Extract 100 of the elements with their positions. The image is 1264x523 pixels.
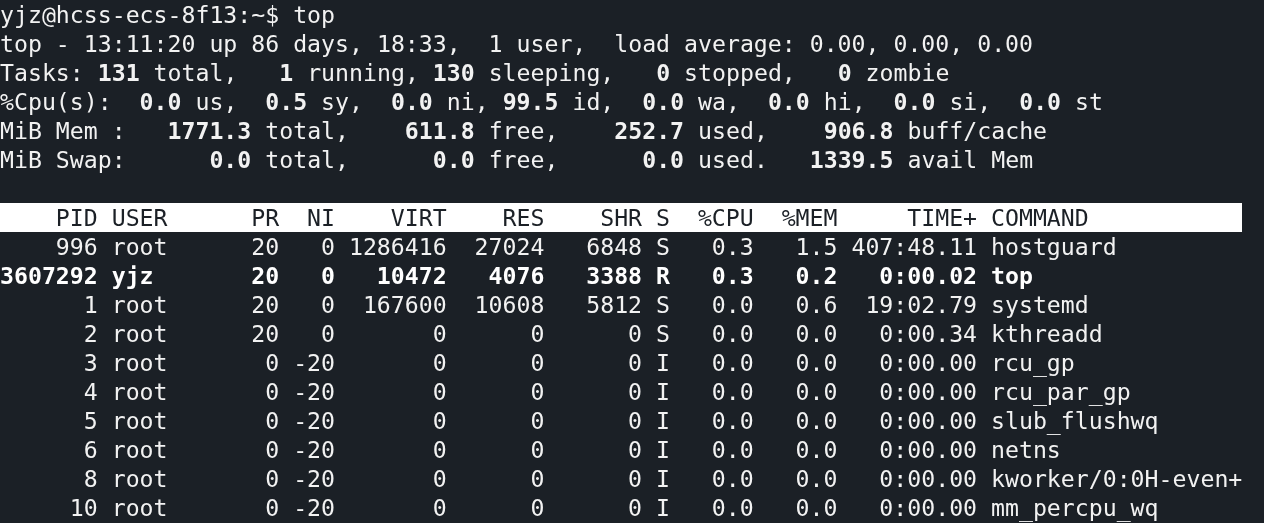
table-cell: -20 [293, 464, 335, 493]
table-cell-text: 0:00.00 [878, 406, 978, 435]
table-cell-text: rcu_par_gp [991, 377, 1132, 406]
column-header: USER [111, 203, 169, 232]
column-header: RES [501, 203, 545, 232]
table-cell: -20 [293, 493, 335, 522]
table-cell-text: 0 [264, 493, 280, 522]
table-cell-text: 0.2 [794, 261, 838, 290]
table-cell: 1286416 [348, 232, 447, 261]
table-cell: -20 [293, 406, 335, 435]
column-header: TIME+ [906, 203, 978, 232]
table-cell-text: 0:00.00 [878, 464, 978, 493]
table-cell-text: 2 [82, 319, 98, 348]
command-prompt: yjz@hcss-ecs-8f13:~$ top [0, 0, 337, 29]
table-cell: I [656, 377, 670, 406]
table-cell: I [656, 435, 670, 464]
table-cell-text: 0.0 [794, 348, 838, 377]
table-cell: -20 [293, 377, 335, 406]
table-cell: I [656, 493, 670, 522]
table-cell-text: 0 [627, 464, 643, 493]
table-cell-text: 0.0 [794, 377, 838, 406]
table-cell-text: 3 [82, 348, 98, 377]
table-cell-text: 0:00.00 [878, 493, 978, 522]
summary-line: MiB Mem : 1771.3 total, 611.8 free, 252.7 used, 906.8 buff/cache [0, 116, 1049, 145]
table-cell-text: 0.0 [710, 290, 754, 319]
table-cell: -20 [293, 435, 335, 464]
table-cell-text: hostguard [991, 232, 1118, 261]
table-cell: S [656, 290, 670, 319]
table-cell-text: 3388 [585, 261, 643, 290]
table-cell-text: 0.3 [710, 232, 754, 261]
table-cell-text: top [991, 261, 1034, 290]
table-cell-text: 0:00.00 [878, 377, 978, 406]
table-cell-text: 19:02.79 [864, 290, 978, 319]
table-cell-text: 0 [264, 406, 280, 435]
column-header: %MEM [780, 203, 838, 232]
table-cell-text: 0 [529, 493, 545, 522]
table-cell-text: 0:00.34 [878, 319, 978, 348]
table-cell-text: 0.0 [794, 464, 838, 493]
table-cell-text: slub_flushwq [991, 406, 1160, 435]
table-cell-text: systemd [991, 290, 1090, 319]
table-cell-text: 0.0 [710, 319, 754, 348]
table-cell-text: netns [991, 435, 1062, 464]
table-cell-text: 0 [627, 406, 643, 435]
table-cell-text: 4 [82, 377, 98, 406]
table-cell-text: 0.0 [794, 493, 838, 522]
table-cell: I [656, 464, 670, 493]
table-cell-text: 5812 [585, 290, 643, 319]
table-cell-text: 0 [264, 348, 280, 377]
column-header: PID [54, 203, 98, 232]
column-header: PR [250, 203, 280, 232]
table-cell-text: 0 [431, 377, 447, 406]
summary-line: top - 13:11:20 up 86 days, 18:33, 1 user, load average: 0.00, 0.00, 0.00 [0, 29, 1035, 58]
table-cell-text: 0 [627, 377, 643, 406]
table-cell-text: 0 [529, 319, 545, 348]
table-cell-text: 0 [264, 435, 280, 464]
table-cell: -20 [293, 348, 335, 377]
table-cell-text: 0 [431, 435, 447, 464]
column-header: NI [306, 203, 335, 232]
table-cell-text: 20 [250, 261, 280, 290]
column-header: SHR [599, 203, 643, 232]
table-cell-text: 0 [264, 377, 280, 406]
table-cell-text: root [111, 464, 169, 493]
table-cell-text: root [111, 290, 169, 319]
summary-line: %Cpu(s): 0.0 us, 0.5 sy, 0.0 ni, 99.5 id, 0.0 wa, 0.0 hi, 0.0 si, 0.0 st [0, 87, 1104, 116]
column-header: COMMAND [991, 203, 1090, 232]
table-cell-text: 6848 [585, 232, 643, 261]
table-cell: kworker/0:0H-even+ [991, 464, 1243, 493]
table-cell-text: 0 [320, 232, 335, 261]
table-cell-text: 4076 [487, 261, 545, 290]
table-cell: 3607292 [0, 261, 98, 290]
table-cell-text: 0 [320, 261, 335, 290]
table-cell-text: 0 [529, 464, 545, 493]
table-cell-text: root [111, 319, 169, 348]
column-header: VIRT [389, 203, 447, 232]
table-cell-text: 20 [250, 232, 280, 261]
table-cell-text: 0.0 [794, 435, 838, 464]
table-cell: I [656, 406, 670, 435]
table-cell-text: 0 [529, 348, 545, 377]
table-cell-text: 10608 [473, 290, 545, 319]
table-cell-text: 0 [627, 493, 643, 522]
table-cell: I [656, 348, 670, 377]
table-cell-text: kthreadd [991, 319, 1104, 348]
table-cell-text: 0 [431, 319, 447, 348]
table-cell-text: 0.0 [710, 348, 754, 377]
table-cell-text: rcu_gp [991, 348, 1076, 377]
table-cell-text: 0.0 [710, 377, 754, 406]
table-cell-text: 0 [627, 319, 643, 348]
table-cell-text: 20 [250, 290, 280, 319]
column-header: %CPU [696, 203, 754, 232]
table-cell-text: 1 [82, 290, 98, 319]
table-cell: 407:48.11 [851, 232, 978, 261]
table-cell-text: 0:00.02 [878, 261, 978, 290]
table-cell-text: 6 [82, 435, 98, 464]
summary-line: Tasks: 131 total, 1 running, 130 sleeping, 0 stopped, 0 zombie [0, 58, 951, 87]
table-cell-text: 996 [54, 232, 98, 261]
table-cell-text: root [111, 348, 169, 377]
table-cell-text: 0 [627, 435, 643, 464]
table-cell-text: root [111, 232, 169, 261]
table-cell-text: 0.0 [710, 464, 754, 493]
table-cell-text: 0 [320, 290, 335, 319]
